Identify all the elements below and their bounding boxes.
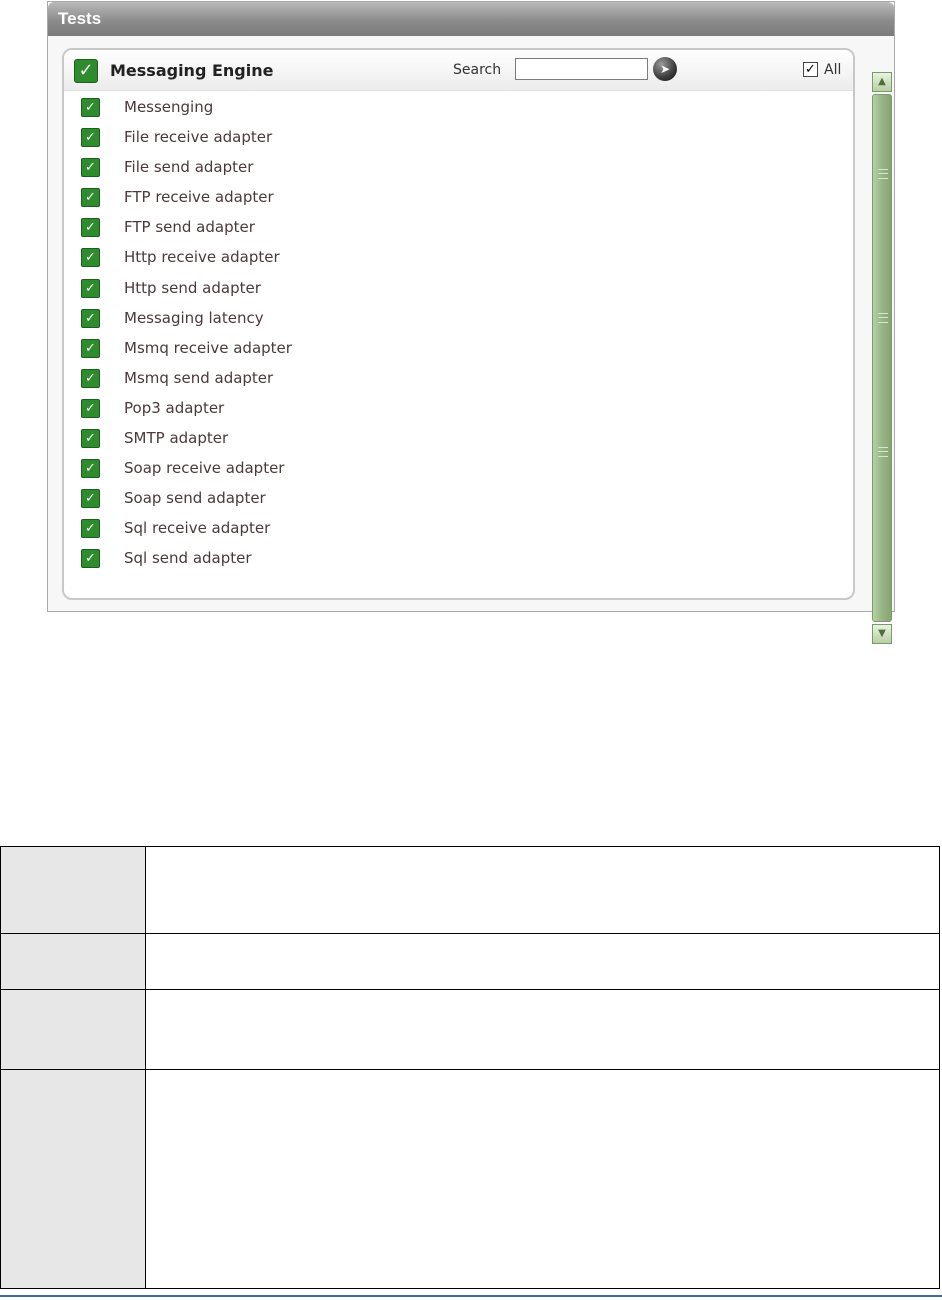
- panel-header: ✓ Messaging Engine Search ➤ ✓ All: [64, 50, 853, 91]
- table-row: [0, 989, 940, 1070]
- checkmark-icon[interactable]: ✓: [81, 368, 100, 388]
- checkmark-icon[interactable]: ✓: [81, 429, 100, 449]
- footer-rule: [0, 1295, 942, 1297]
- test-label: File send adapter: [124, 158, 254, 177]
- search-input[interactable]: [515, 58, 648, 80]
- checkmark-icon[interactable]: ✓: [81, 248, 100, 268]
- checkmark-icon[interactable]: ✓: [81, 278, 100, 298]
- test-label: FTP receive adapter: [124, 188, 274, 207]
- messaging-engine-panel: ✓ Messaging Engine Search ➤ ✓ All ✓ Messe…: [62, 48, 855, 600]
- test-label: SMTP adapter: [124, 429, 229, 448]
- table-label-cell: [0, 933, 146, 990]
- tests-window-body: ✓ Messaging Engine Search ➤ ✓ All ✓ Messe…: [48, 36, 894, 644]
- window-title: Tests: [58, 9, 102, 28]
- checkmark-icon[interactable]: ✓: [81, 338, 100, 358]
- search-go-button[interactable]: ➤: [653, 57, 677, 81]
- test-label: Pop3 adapter: [124, 398, 225, 417]
- tests-window: Tests ✓ Messaging Engine Search ➤ ✓ All …: [47, 1, 895, 644]
- test-label: Http send adapter: [124, 278, 261, 297]
- vertical-scrollbar[interactable]: ▲ ▼: [872, 72, 892, 644]
- grip-icon: [878, 169, 888, 179]
- select-all-label: All: [824, 62, 842, 78]
- checkmark-icon[interactable]: ✓: [81, 98, 100, 117]
- test-label: Msmq receive adapter: [124, 338, 292, 357]
- table-row: [0, 1069, 940, 1289]
- checkmark-icon[interactable]: ✓: [81, 519, 100, 539]
- checkmark-icon[interactable]: ✓: [81, 398, 100, 418]
- checkmark-icon[interactable]: ✓: [81, 128, 100, 148]
- checkmark-icon[interactable]: ✓: [81, 158, 100, 178]
- checkmark-icon[interactable]: ✓: [81, 218, 100, 238]
- test-label: Msmq send adapter: [124, 368, 274, 387]
- select-all-checkbox[interactable]: ✓: [803, 62, 818, 77]
- search-label: Search: [453, 62, 502, 78]
- table-row: [0, 933, 940, 990]
- info-table: [0, 846, 940, 1289]
- grip-icon: [878, 447, 888, 457]
- grip-icon: [878, 313, 888, 323]
- table-value-cell: [145, 989, 940, 1070]
- checkmark-icon[interactable]: ✓: [81, 188, 100, 208]
- checkmark-icon[interactable]: ✓: [81, 459, 100, 479]
- table-value-cell: [145, 846, 940, 934]
- chevron-up-icon[interactable]: ▲: [872, 72, 892, 92]
- test-label: Messaging latency: [124, 308, 264, 327]
- checkmark-icon[interactable]: ✓: [81, 489, 100, 509]
- table-label-cell: [0, 989, 146, 1070]
- test-label: Sql receive adapter: [124, 519, 271, 538]
- test-label: File receive adapter: [124, 128, 273, 147]
- test-label: Http receive adapter: [124, 248, 280, 267]
- test-label: Sql send adapter: [124, 549, 252, 568]
- scroll-thumb[interactable]: [872, 94, 892, 622]
- table-label-cell: [0, 1069, 146, 1289]
- tests-window-header: Tests: [48, 2, 894, 36]
- checkmark-icon[interactable]: ✓: [81, 549, 100, 569]
- select-group-checkbox-icon[interactable]: ✓: [74, 59, 98, 83]
- table-value-cell: [145, 1069, 940, 1289]
- table-label-cell: [0, 846, 146, 934]
- table-value-cell: [145, 933, 940, 990]
- checkmark-icon[interactable]: ✓: [81, 308, 100, 328]
- chevron-down-icon[interactable]: ▼: [872, 624, 892, 644]
- panel-title: Messaging Engine: [110, 61, 274, 80]
- test-label: Soap send adapter: [124, 489, 266, 508]
- table-row: [0, 846, 940, 934]
- test-label: Messenging: [124, 98, 214, 116]
- test-label: FTP send adapter: [124, 218, 255, 237]
- test-label: Soap receive adapter: [124, 459, 285, 478]
